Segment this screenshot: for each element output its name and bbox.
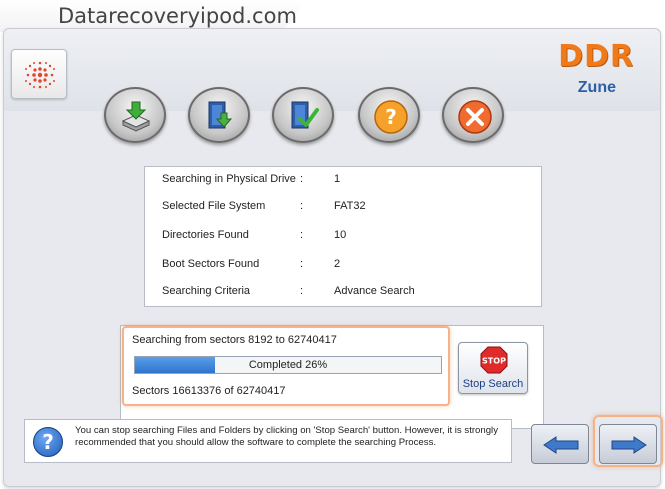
drive-download-icon [121,101,151,132]
info-value: 10 [334,229,347,241]
stop-search-button[interactable]: STOP Stop Search [458,342,528,394]
info-row-criteria: Searching Criteria : Advance Search [145,285,541,301]
info-row-file-system: Selected File System : FAT32 [145,200,541,216]
arrow-right-icon [611,436,647,454]
product-name: Zune [577,79,616,96]
info-separator: : [300,173,304,185]
recover-drive-button[interactable] [104,87,166,143]
info-value: 1 [334,173,341,185]
arrow-left-icon [543,436,579,454]
app-window: DDR Zune ? Searching in Physical Drive:… [3,28,663,487]
info-separator: : [300,258,304,270]
door-save-icon [208,101,233,129]
info-label: Boot Sectors Found [162,258,260,270]
door-check-icon [291,101,319,129]
info-label: Selected File System [162,200,266,212]
info-label: Directories Found [162,229,249,241]
next-button[interactable] [599,424,657,464]
info-row-boot-sectors: Boot Sectors Found : 2 [145,258,541,274]
info-row-physical-drive: Searching in Physical Drive : 1 [145,173,541,189]
info-value: 2 [334,258,341,270]
info-separator: : [300,229,304,241]
stop-search-label: Stop Search [462,378,524,390]
save-data-button[interactable] [188,87,250,143]
progress-bar: Completed 26% [134,356,442,374]
help-bar: ? You can stop searching Files and Folde… [24,419,512,463]
search-info-panel: Searching in Physical Drive : 1 Selected… [144,166,542,307]
progress-group: Searching from sectors 8192 to 62740417 … [120,325,544,429]
check-data-button[interactable] [272,87,334,143]
brand-title: DDR [558,39,634,74]
help-button[interactable]: ? [358,87,420,143]
header: DDR Zune [4,29,660,111]
stop-sign-text: STOP [482,357,506,366]
exit-button[interactable] [442,87,504,143]
info-value: Advance Search [334,285,415,297]
info-label: Searching Criteria [162,285,251,297]
help-text: You can stop searching Files and Folders… [75,425,498,448]
sectors-count-label: Sectors 16613376 of 62740417 [132,385,286,397]
info-separator: : [300,200,304,212]
question-icon: ? [374,100,408,134]
back-button[interactable] [531,424,589,464]
app-logo [11,49,67,99]
progress-panel: Searching from sectors 8192 to 62740417 … [122,326,450,406]
sunburst-logo-icon [25,61,55,89]
sector-range-label: Searching from sectors 8192 to 62740417 [132,334,337,346]
close-icon [458,100,492,134]
info-separator: : [300,285,304,297]
svg-text:?: ? [385,105,397,129]
website-label: Datarecoveryipod.com [58,4,297,28]
info-value: FAT32 [334,200,366,212]
info-label: Searching in Physical Drive [162,173,296,185]
help-question-icon: ? [33,427,63,457]
progress-completed-label: Completed 26% [248,359,328,371]
stop-sign-icon: STOP [480,346,508,374]
info-row-directories: Directories Found : 10 [145,229,541,245]
